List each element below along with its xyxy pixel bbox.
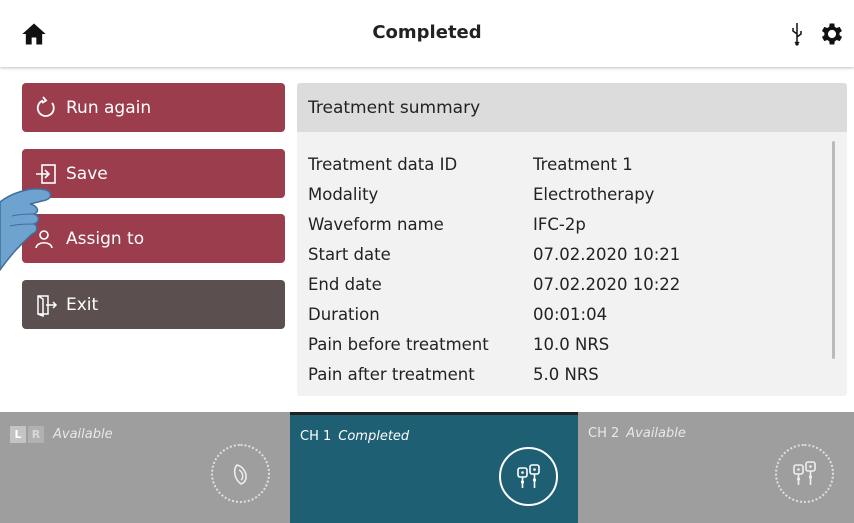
row-value: 07.02.2020 10:22 [533, 274, 681, 294]
usb-icon [792, 23, 802, 46]
summary-row: Start date 07.02.2020 10:21 [308, 239, 817, 269]
summary-row: Duration 00:01:04 [308, 299, 817, 329]
row-label: End date [308, 274, 382, 294]
treatment-summary-panel: Treatment summary Treatment data ID Trea… [297, 83, 847, 396]
channel-status: Available [626, 426, 686, 441]
row-value: 00:01:04 [533, 304, 608, 324]
row-value: 5.0 NRS [533, 364, 599, 384]
summary-row: Pain before treatment 10.0 NRS [308, 329, 817, 359]
row-value: IFC-2p [533, 214, 586, 234]
right-badge: R [28, 426, 44, 443]
summary-row: Treatment data ID Treatment 1 [308, 149, 817, 179]
row-value: Treatment 1 [533, 154, 633, 174]
channel-2-tile[interactable]: CH 2 Available [578, 412, 854, 523]
row-label: Duration [308, 304, 380, 324]
run-again-button[interactable]: Run again [22, 83, 285, 132]
channel-name: CH 1 [300, 429, 332, 444]
save-label: Save [66, 163, 108, 184]
summary-row: Waveform name IFC-2p [308, 209, 817, 239]
channel-status: Available [53, 427, 113, 442]
assign-to-label: Assign to [66, 228, 145, 249]
electrodes-icon [499, 447, 558, 506]
refresh-icon [36, 95, 55, 117]
row-label: Start date [308, 244, 391, 264]
left-badge: L [10, 426, 26, 443]
row-label: Pain after treatment [308, 364, 475, 384]
exit-icon [37, 294, 58, 317]
exit-label: Exit [66, 294, 99, 315]
summary-rows: Treatment data ID Treatment 1 Modality E… [308, 149, 817, 389]
summary-row: Modality Electrotherapy [308, 179, 817, 209]
channel-lr-label: LR Available [10, 426, 113, 443]
row-label: Treatment data ID [308, 154, 458, 174]
row-value: Electrotherapy [533, 184, 655, 204]
pointing-hand-icon [0, 188, 52, 272]
channel-2-label: CH 2 Available [588, 426, 686, 441]
top-bar: Completed [0, 0, 854, 67]
channel-status: Completed [338, 429, 410, 444]
summary-row: Pain after treatment 5.0 NRS [308, 359, 817, 389]
assign-to-button[interactable]: Assign to [22, 214, 285, 263]
row-label: Modality [308, 184, 379, 204]
channel-1-tile[interactable]: CH 1 Completed [290, 412, 578, 523]
channel-lr-tile[interactable]: LR Available [0, 412, 290, 523]
channel-1-label: CH 1 Completed [300, 429, 409, 444]
summary-scrollbar[interactable] [832, 141, 835, 359]
electrodes-icon [775, 444, 834, 503]
row-value: 10.0 NRS [533, 334, 610, 354]
ultrasound-head-icon [211, 444, 270, 503]
row-label: Waveform name [308, 214, 444, 234]
row-value: 07.02.2020 10:21 [533, 244, 681, 264]
row-label: Pain before treatment [308, 334, 489, 354]
channel-bar: LR Available CH 1 Completed CH 2 Availab… [0, 412, 854, 523]
gear-icon[interactable] [818, 20, 846, 48]
page-title: Completed [372, 22, 482, 43]
save-button[interactable]: Save [22, 149, 285, 198]
exit-button[interactable]: Exit [22, 280, 285, 329]
summary-row: End date 07.02.2020 10:22 [308, 269, 817, 299]
summary-title: Treatment summary [297, 83, 847, 132]
run-again-label: Run again [66, 97, 152, 118]
channel-name: CH 2 [588, 426, 620, 441]
